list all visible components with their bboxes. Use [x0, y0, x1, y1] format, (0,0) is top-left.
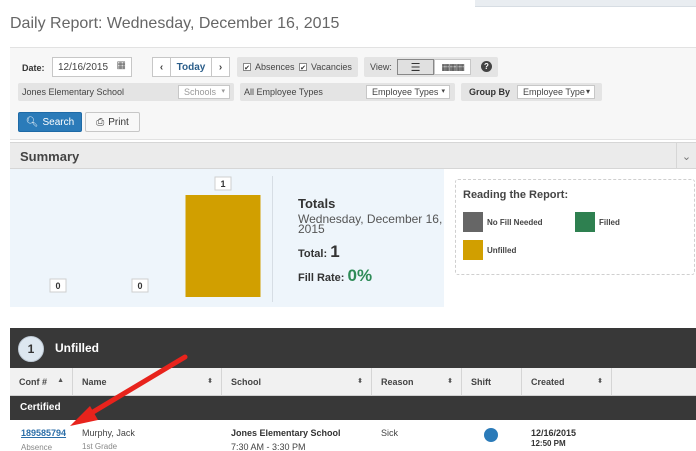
- row-school: Jones Elementary School: [231, 428, 341, 438]
- column-header-school[interactable]: School ⬍: [222, 368, 372, 396]
- column-header-shift: Shift: [462, 368, 522, 396]
- certified-group-header: Certified: [10, 396, 696, 420]
- sort-icon: ⬍: [597, 378, 603, 385]
- bar-unfilled: [185, 195, 261, 297]
- unfilled-label: Unfilled: [55, 341, 99, 355]
- summary-divider: [272, 176, 273, 302]
- unfilled-count-badge: 1: [18, 336, 44, 362]
- column-header-blank: [612, 368, 696, 396]
- row-reason: Sick: [381, 428, 399, 438]
- bar-value-label: 1: [220, 179, 225, 189]
- sort-asc-icon: ▲: [57, 377, 64, 384]
- shift-indicator-icon[interactable]: [484, 428, 498, 442]
- legend-label-no-fill-needed: No Fill Needed: [487, 218, 543, 227]
- fill-rate: Fill Rate: 0%: [298, 266, 373, 285]
- conf-number-link[interactable]: 189585794: [21, 428, 66, 438]
- row-name: Murphy, Jack: [82, 428, 135, 438]
- column-header-reason[interactable]: Reason ⬍: [372, 368, 462, 396]
- sort-icon: ⬍: [207, 378, 213, 385]
- total-count: Total: 1: [298, 242, 340, 261]
- row-created-time: 12:50 PM: [531, 439, 566, 448]
- legend-swatch-filled: [575, 212, 595, 232]
- legend-title: Reading the Report:: [463, 189, 569, 201]
- legend-swatch-no-fill-needed: [463, 212, 483, 232]
- column-header-name[interactable]: Name ⬍: [73, 368, 222, 396]
- sort-icon: ⬍: [357, 378, 363, 385]
- row-created-date: 12/16/2015: [531, 428, 577, 438]
- bar-value-label: 0: [137, 281, 142, 291]
- row-type: Absence: [21, 443, 53, 451]
- legend-label-unfilled: Unfilled: [487, 246, 517, 255]
- bar-value-label: 0: [55, 281, 60, 291]
- row-time: 7:30 AM - 3:30 PM: [231, 442, 306, 451]
- column-header-conf[interactable]: Conf # ▲: [10, 368, 73, 396]
- legend-swatch-unfilled: [463, 240, 483, 260]
- row-grade: 1st Grade: [82, 442, 118, 451]
- sort-icon: ⬍: [447, 378, 453, 385]
- totals-title: Totals: [298, 196, 336, 211]
- unfilled-section-header[interactable]: 1 Unfilled: [10, 328, 696, 368]
- totals-date: Wednesday, December 16, 2015: [298, 212, 443, 236]
- certified-label: Certified: [20, 402, 61, 413]
- column-header-created[interactable]: Created ⬍: [522, 368, 612, 396]
- legend-label-filled: Filled: [599, 218, 620, 227]
